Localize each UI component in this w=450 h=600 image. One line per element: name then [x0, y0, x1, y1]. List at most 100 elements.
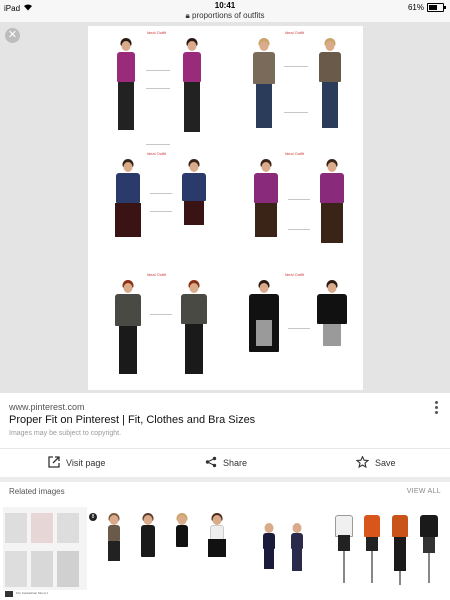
- measure-line: [288, 199, 310, 200]
- close-button[interactable]: ✕: [5, 28, 20, 43]
- related-caption-strip: Kim Kardashian Mood 1: [0, 590, 450, 600]
- head: [109, 515, 119, 525]
- share-button[interactable]: Share: [205, 449, 247, 477]
- figure: [242, 280, 286, 386]
- figure: [174, 159, 214, 265]
- figure: [108, 38, 144, 144]
- panel-title: Ideal Outfit: [284, 151, 305, 156]
- outfit-panel-1: Ideal Outfit: [88, 26, 225, 147]
- measure-line: [150, 314, 172, 315]
- figure: [108, 159, 148, 265]
- head: [292, 523, 302, 533]
- related-images-title: Related images: [9, 487, 65, 496]
- share-label: Share: [223, 458, 248, 468]
- related-thumb-3[interactable]: [241, 507, 323, 591]
- head: [121, 41, 131, 51]
- view-all-link[interactable]: VIEW ALL: [407, 488, 441, 495]
- image-title[interactable]: Proper Fit on Pinterest | Fit, Clothes a…: [9, 414, 255, 426]
- top: [183, 52, 201, 82]
- jacket: [263, 533, 275, 549]
- status-time: 10:41: [214, 1, 236, 10]
- skirt: [423, 537, 435, 553]
- share-icon: [205, 456, 217, 470]
- more-options-icon[interactable]: [431, 401, 441, 415]
- figure: [102, 513, 126, 591]
- jacket: [291, 533, 303, 549]
- jacket: [182, 173, 206, 201]
- stand: [343, 551, 345, 583]
- image-viewer[interactable]: ✕ Ideal Outfit Ideal Outfit Ideal Outfit…: [0, 22, 450, 393]
- trousers: [184, 82, 200, 132]
- jeans: [322, 82, 338, 128]
- visit-page-button[interactable]: Visit page: [48, 449, 105, 477]
- collage-tile: [57, 513, 79, 543]
- status-right: 61%: [408, 3, 446, 12]
- skirt: [256, 320, 272, 346]
- figure: [174, 280, 214, 386]
- head: [212, 515, 222, 525]
- collage-tile: [57, 551, 79, 587]
- capris: [255, 203, 277, 237]
- visit-page-label: Visit page: [66, 458, 106, 468]
- related-images: 8: [0, 503, 450, 600]
- dress: [141, 525, 155, 557]
- head: [143, 515, 153, 525]
- preview-image[interactable]: Ideal Outfit Ideal Outfit Ideal Outfit I…: [88, 26, 363, 390]
- measure-line: [146, 70, 170, 71]
- trousers: [119, 326, 137, 374]
- measure-line: [146, 144, 170, 145]
- skirt: [184, 201, 204, 225]
- jacket: [181, 294, 207, 324]
- related-thumb-1[interactable]: [3, 507, 87, 591]
- star-icon: [355, 455, 370, 470]
- source-domain[interactable]: www.pinterest.com: [9, 402, 85, 412]
- save-label: Save: [375, 458, 396, 468]
- stand: [371, 551, 373, 583]
- figure: [312, 38, 348, 144]
- copyright-notice: Images may be subject to copyright.: [9, 430, 122, 437]
- related-thumb-4[interactable]: [328, 507, 446, 591]
- panel-title: Ideal Outfit: [284, 30, 305, 35]
- head: [123, 283, 133, 293]
- figure: [287, 523, 307, 583]
- save-button[interactable]: Save: [355, 449, 396, 477]
- measure-line: [150, 211, 172, 212]
- collage-tile: [31, 513, 53, 543]
- jacket: [420, 515, 438, 537]
- top: [320, 173, 344, 203]
- address-bar[interactable]: 🔒︎ proportions of outfits: [0, 11, 450, 21]
- measure-line: [146, 88, 170, 89]
- panel-title: Ideal Outfit: [146, 272, 167, 277]
- mannequin: [388, 511, 412, 591]
- related-thumb-2[interactable]: [98, 507, 236, 591]
- trousers: [118, 82, 134, 130]
- related-header: Related images VIEW ALL: [0, 482, 450, 502]
- skirt: [208, 539, 226, 557]
- mannequin: [360, 511, 384, 591]
- action-bar: Visit page Share Save: [0, 448, 450, 477]
- top: [108, 525, 120, 541]
- outfit-panel-5: Ideal Outfit: [88, 268, 225, 390]
- figure: [310, 280, 354, 386]
- figure: [204, 513, 230, 591]
- panel-title: Ideal Outfit: [284, 272, 305, 277]
- collage-tile: [31, 551, 53, 587]
- trousers: [264, 549, 274, 569]
- head: [177, 515, 187, 525]
- mannequin: [416, 511, 442, 591]
- outfit-panel-3: Ideal Outfit: [88, 147, 225, 268]
- skirt: [108, 541, 120, 561]
- outfit-panel-2: Ideal Outfit: [226, 26, 363, 147]
- head: [261, 162, 271, 172]
- outfit-panel-6: Ideal Outfit: [226, 268, 363, 390]
- figure: [136, 513, 160, 591]
- status-bar: iPad 10:41 🔒︎ proportions of outfits 61%: [0, 0, 450, 22]
- head: [189, 283, 199, 293]
- head: [259, 41, 269, 51]
- figure: [246, 159, 286, 265]
- figure: [174, 38, 210, 144]
- head: [327, 283, 337, 293]
- jeans: [256, 84, 272, 128]
- outfit-panel-4: Ideal Outfit: [226, 147, 363, 268]
- measure-line: [288, 229, 310, 230]
